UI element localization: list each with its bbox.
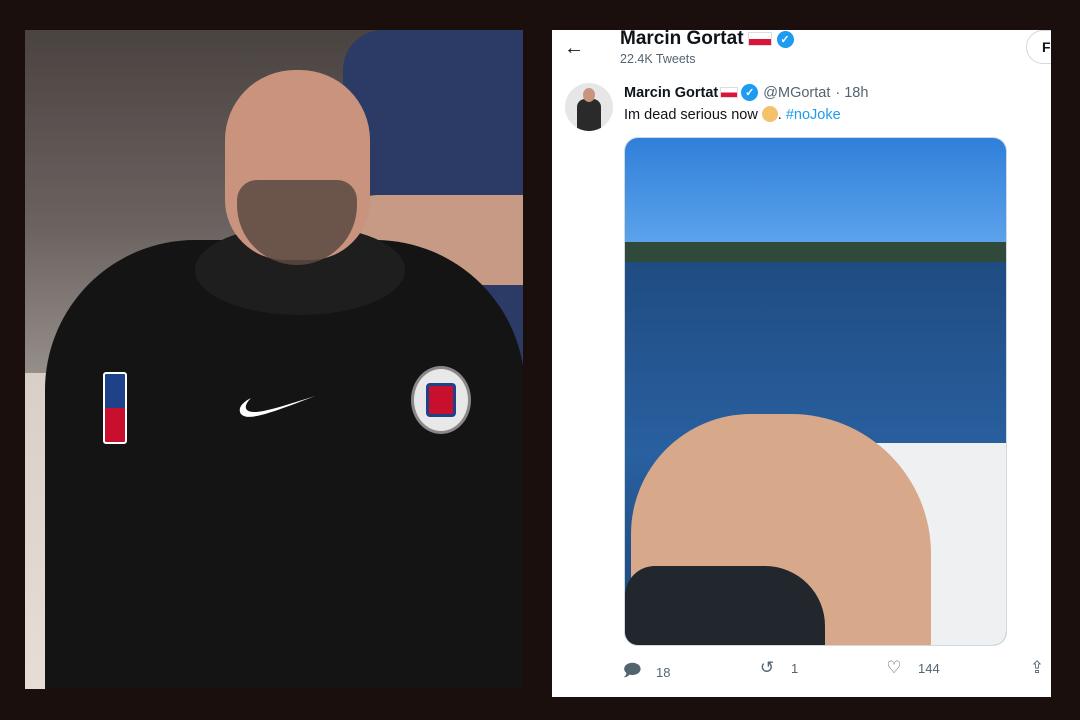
reply-button[interactable]: 🗩 18: [622, 658, 671, 687]
tweet-text: Im dead serious now. #noJoke: [624, 106, 841, 123]
player-photo: [25, 30, 523, 689]
hashtag-link[interactable]: #noJoke: [786, 107, 841, 123]
arrow-left-icon[interactable]: ←: [564, 38, 584, 58]
clippers-logo-icon: [411, 366, 471, 434]
profile-name: Marcin Gortat ✓: [620, 30, 794, 50]
poland-flag-icon: [720, 87, 739, 98]
author-handle[interactable]: @MGortat: [763, 85, 830, 101]
reply-icon: 🗩: [622, 661, 642, 680]
like-button[interactable]: ♡ 144: [884, 658, 940, 678]
tweet-actions: 🗩 18 ↺ 1 ♡ 144 ⇪: [622, 658, 1051, 680]
heart-icon: ♡: [886, 658, 902, 677]
share-button[interactable]: ⇪: [1027, 658, 1047, 678]
facepalm-emoji-icon: [761, 106, 778, 122]
tweet-time[interactable]: · 18h: [835, 85, 868, 101]
like-count: 144: [918, 660, 940, 676]
retweet-button[interactable]: ↺ 1: [757, 658, 798, 678]
author-name[interactable]: Marcin Gortat: [624, 85, 718, 101]
tweet-panel: ← Marcin Gortat ✓ 22.4K Tweets F Marcin …: [552, 30, 1051, 697]
tweet-media-photo[interactable]: [624, 137, 1007, 646]
tweet-count: 22.4K Tweets: [620, 52, 696, 66]
reply-count: 18: [656, 665, 671, 680]
retweet-icon: ↺: [759, 658, 775, 677]
verified-badge-icon: ✓: [741, 84, 759, 101]
retweet-count: 1: [791, 660, 799, 676]
nba-logo-icon: [103, 372, 127, 444]
tweet-author-line: Marcin Gortat ✓ @MGortat · 18h: [624, 84, 868, 101]
follow-button[interactable]: F: [1026, 30, 1051, 64]
avatar[interactable]: [565, 83, 613, 131]
share-icon: ⇪: [1029, 658, 1045, 677]
swoosh-logo-icon: [239, 396, 315, 417]
verified-badge-icon: ✓: [776, 30, 794, 48]
profile-header: ← Marcin Gortat ✓ 22.4K Tweets F: [552, 30, 1051, 72]
poland-flag-icon: [747, 32, 772, 46]
